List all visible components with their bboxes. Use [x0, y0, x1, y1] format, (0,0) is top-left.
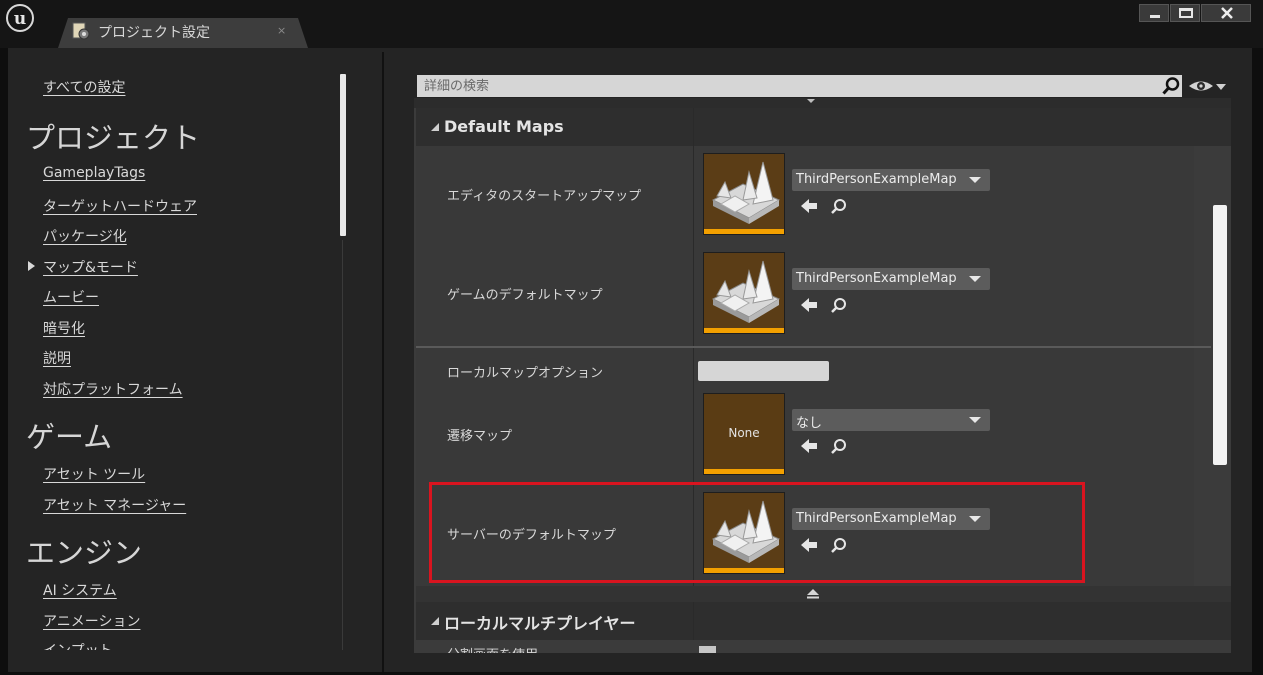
dropdown-value: なし	[796, 416, 823, 431]
sidebar-item-asset-tools[interactable]: アセット ツール	[43, 464, 145, 484]
sidebar-item-packaging[interactable]: パッケージ化	[43, 226, 127, 246]
search-icon[interactable]	[1161, 76, 1181, 96]
sidebar-item-asset-manager[interactable]: アセット マネージャー	[43, 495, 186, 515]
sidebar-item-maps-modes[interactable]: マップ&モード	[43, 257, 138, 277]
unreal-logo-icon: u	[6, 4, 34, 32]
sidebar-item-target-hardware[interactable]: ターゲットハードウェア	[43, 196, 197, 216]
property-label-game-default-map: ゲームのデフォルトマップ	[447, 288, 603, 303]
sidebar-item-animation[interactable]: アニメーション	[43, 611, 140, 631]
use-selected-arrow-icon[interactable]	[800, 198, 818, 214]
panel-divider[interactable]	[382, 52, 384, 672]
category-local-multiplayer[interactable]: ローカルマルチプレイヤー	[416, 602, 1231, 640]
property-label-editor-startup-map: エディタのスタートアップマップ	[447, 189, 642, 204]
sidebar-item-movies[interactable]: ムービー	[43, 287, 99, 307]
maximize-icon	[1179, 8, 1193, 18]
window-edge	[1252, 48, 1263, 675]
sidebar-item-supported-platforms[interactable]: 対応プラットフォーム	[43, 379, 183, 399]
sidebar-section-project: プロジェクト	[26, 121, 201, 155]
scroll-up-indicator-icon	[807, 99, 815, 103]
sidebar-item-gameplaytags[interactable]: GameplayTags	[43, 165, 145, 181]
sidebar-scroll-track	[342, 240, 343, 650]
map-dropdown-game-default[interactable]: ThirdPersonExampleMap	[792, 268, 990, 290]
sidebar-item-all-settings[interactable]: すべての設定	[43, 77, 125, 97]
minimize-icon	[1150, 15, 1160, 18]
column-divider[interactable]	[693, 602, 694, 640]
collapse-advanced-icon[interactable]	[806, 588, 820, 599]
collapse-arrow-icon[interactable]	[430, 616, 440, 626]
sidebar-item-ai-system[interactable]: AI システム	[43, 580, 117, 600]
use-selected-arrow-icon[interactable]	[800, 438, 818, 454]
sidebar-item-encryption[interactable]: 暗号化	[43, 318, 85, 338]
details-scrollbar[interactable]	[1213, 205, 1227, 465]
map-dropdown-editor-startup[interactable]: ThirdPersonExampleMap	[792, 169, 990, 191]
local-map-options-input[interactable]	[698, 361, 829, 381]
map-thumbnail-transition[interactable]: None	[703, 393, 785, 475]
minimize-button[interactable]	[1139, 4, 1169, 22]
column-divider[interactable]	[693, 146, 694, 346]
settings-document-icon	[72, 22, 90, 40]
browse-search-icon[interactable]	[830, 297, 847, 314]
map-thumbnail-game-default[interactable]	[703, 252, 785, 334]
browse-search-icon[interactable]	[830, 198, 847, 215]
category-default-maps[interactable]: Default Maps	[416, 108, 1231, 146]
collapse-arrow-icon[interactable]	[430, 122, 440, 132]
asset-type-bar	[704, 469, 784, 474]
chevron-down-icon	[969, 177, 981, 183]
selected-arrow-icon	[28, 261, 35, 271]
browse-search-icon[interactable]	[830, 438, 847, 455]
sidebar-scrollbar[interactable]	[340, 74, 346, 236]
tab-label: プロジェクト設定	[98, 25, 210, 41]
thumbnail-none-text: None	[728, 426, 760, 440]
sidebar-clip	[8, 650, 382, 672]
use-selected-arrow-icon[interactable]	[800, 297, 818, 313]
highlight-annotation-box	[429, 482, 1085, 583]
search-details-input[interactable]	[417, 75, 1182, 97]
property-label-local-map-options: ローカルマップオプション	[447, 366, 604, 381]
level-asset-icon	[711, 260, 781, 323]
sidebar-item-description[interactable]: 説明	[43, 348, 71, 368]
view-options-eye-icon[interactable]	[1188, 79, 1214, 93]
sidebar-section-game: ゲーム	[26, 420, 113, 454]
property-label-transition-map: 遷移マップ	[447, 429, 513, 444]
sidebar-section-engine: エンジン	[26, 536, 143, 570]
details-bottom-clip	[414, 653, 1231, 672]
map-dropdown-transition[interactable]: なし	[792, 409, 990, 431]
dropdown-value: ThirdPersonExampleMap	[796, 271, 957, 286]
chevron-down-icon	[969, 417, 981, 423]
details-top-edge	[414, 98, 1231, 108]
tab-close-icon[interactable]: ×	[277, 24, 286, 37]
chevron-down-icon	[969, 276, 981, 282]
advanced-expander[interactable]	[416, 586, 1231, 602]
column-divider[interactable]	[693, 108, 694, 146]
close-icon	[1221, 7, 1233, 19]
view-options-dropdown-icon[interactable]	[1216, 84, 1226, 90]
category-title: ローカルマルチプレイヤー	[444, 614, 636, 633]
dropdown-value: ThirdPersonExampleMap	[796, 172, 957, 187]
level-asset-icon	[711, 161, 781, 224]
asset-type-bar	[704, 328, 784, 333]
close-window-button[interactable]	[1201, 4, 1251, 22]
category-title: Default Maps	[444, 117, 564, 136]
maximize-button[interactable]	[1170, 4, 1200, 22]
map-thumbnail-editor-startup[interactable]	[703, 153, 785, 235]
asset-type-bar	[704, 229, 784, 234]
